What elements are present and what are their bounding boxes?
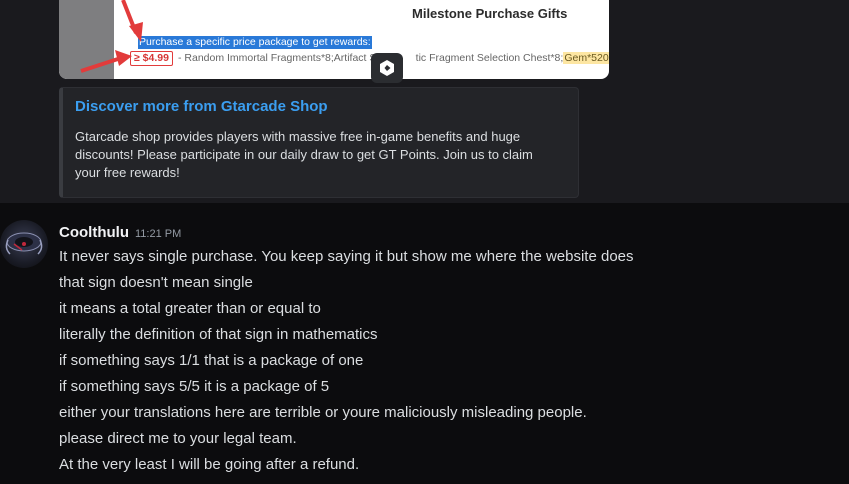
red-arrow-annotation <box>80 0 143 73</box>
user-avatar[interactable] <box>0 220 48 268</box>
message-line: It never says single purchase. You keep … <box>59 248 634 265</box>
image-reward-text-tail: tic Fragment Selection Chest*8; <box>415 52 564 64</box>
message-line: it means a total greater than or equal t… <box>59 300 321 317</box>
message-line: that sign doesn't mean single <box>59 274 253 291</box>
cube-icon <box>380 60 394 76</box>
image-title: Milestone Purchase Gifts <box>412 6 568 21</box>
link-embed-card: Discover more from Gtarcade Shop Gtarcad… <box>59 87 579 198</box>
attached-image[interactable]: Milestone Purchase Gifts Purchase a spec… <box>59 0 609 79</box>
message-timestamp: 11:21 PM <box>135 228 182 240</box>
message-author[interactable]: Coolthulu <box>59 224 129 241</box>
message-line: At the very least I will be going after … <box>59 456 360 473</box>
message-line: literally the definition of that sign in… <box>59 326 378 343</box>
message-content: It never says single purchase. You keep … <box>59 244 634 478</box>
message-line: either your translations here are terrib… <box>59 404 587 421</box>
embed-title-link[interactable]: Discover more from Gtarcade Shop <box>75 98 328 115</box>
message-line: please direct me to your legal team. <box>59 430 297 447</box>
app-badge-icon[interactable] <box>371 53 403 83</box>
message-line: if something says 5/5 it is a package of… <box>59 378 330 395</box>
image-reward-text: - Random Immortal Fragments*8;Artifact S… <box>178 52 382 64</box>
message-line: if something says 1/1 that is a package … <box>59 352 364 369</box>
image-gem-reward: Gem*520 <box>563 52 609 64</box>
embed-description: Gtarcade shop provides players with mass… <box>75 129 533 180</box>
avatar-image <box>5 232 43 255</box>
